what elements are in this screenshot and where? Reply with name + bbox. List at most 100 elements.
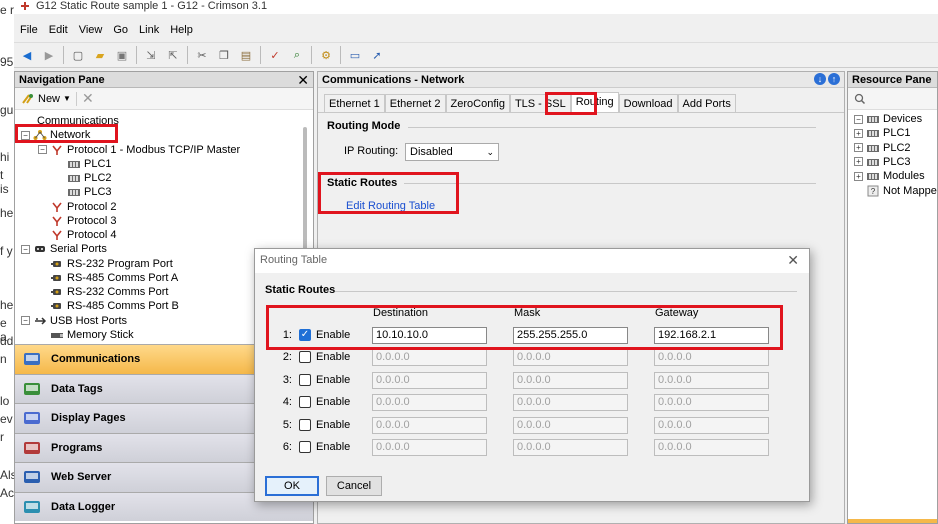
collapse-icon[interactable]: − xyxy=(21,130,30,140)
expand-icon[interactable]: + xyxy=(854,128,863,138)
save-icon[interactable]: ▣ xyxy=(113,46,131,64)
enable-label: Enable xyxy=(316,351,351,364)
tree-item-plc2[interactable]: PLC2 xyxy=(55,171,112,185)
copy-icon[interactable]: ❐ xyxy=(215,46,233,64)
nav-down-icon[interactable]: ↓ xyxy=(814,73,826,85)
tree-item-rs-485-comms-port-b[interactable]: RS-485 Comms Port B xyxy=(38,299,179,313)
enable-checkbox[interactable] xyxy=(299,373,311,386)
export-icon[interactable]: ⇱ xyxy=(164,46,182,64)
menu-link[interactable]: Link xyxy=(139,24,159,36)
enable-checkbox[interactable] xyxy=(299,351,311,364)
enable-checkbox[interactable] xyxy=(299,418,311,431)
collapse-icon[interactable]: − xyxy=(854,114,863,124)
resource-item-plc1[interactable]: + PLC1 xyxy=(854,126,911,140)
tree-item-rs-232-program-port[interactable]: RS-232 Program Port xyxy=(38,257,173,271)
collapse-icon[interactable]: − xyxy=(21,316,30,325)
tree-item-plc3[interactable]: PLC3 xyxy=(55,185,112,199)
tree-item-protocol-3[interactable]: Protocol 3 xyxy=(38,214,117,228)
tree-item-memory-stick[interactable]: Memory Stick xyxy=(38,328,134,342)
category-label: Web Server xyxy=(51,471,112,484)
enable-checkbox[interactable] xyxy=(299,441,311,453)
resource-pane-header: Resource Pane xyxy=(848,72,937,88)
import-icon[interactable]: ⇲ xyxy=(142,46,160,64)
tree-item-protocol-4[interactable]: Protocol 4 xyxy=(38,228,117,242)
device-icon xyxy=(866,113,880,125)
mask-field[interactable]: 0.0.0.0 xyxy=(513,416,628,434)
monitor-icon[interactable]: ▭ xyxy=(346,46,364,64)
tools-icon[interactable]: ⚙ xyxy=(317,46,335,64)
destination-field[interactable]: 0.0.0.0 xyxy=(372,371,487,389)
open-icon[interactable]: ▰ xyxy=(91,46,109,64)
gateway-field[interactable]: 0.0.0.0 xyxy=(654,349,769,367)
send-icon[interactable]: ➚ xyxy=(368,46,386,64)
menu-edit[interactable]: Edit xyxy=(49,24,68,36)
tree-item-serial-ports[interactable]: − Serial Ports xyxy=(21,242,107,256)
tab-tls-ssl[interactable]: TLS - SSL xyxy=(509,94,571,112)
resource-item-plc3[interactable]: + PLC3 xyxy=(854,155,911,169)
enable-checkbox[interactable]: ✓ xyxy=(299,329,311,341)
tree-scrollbar[interactable] xyxy=(303,127,307,267)
enable-checkbox[interactable] xyxy=(299,396,311,409)
tree-item-network[interactable]: − Network xyxy=(21,128,90,142)
tree-item-plc1[interactable]: PLC1 xyxy=(55,157,112,171)
edit-routing-table-link[interactable]: Edit Routing Table xyxy=(346,200,435,212)
resource-item-devices[interactable]: − Devices xyxy=(854,112,922,126)
collapse-icon[interactable]: − xyxy=(21,244,30,254)
gateway-field[interactable]: 0.0.0.0 xyxy=(654,394,769,412)
mask-field[interactable]: 0.0.0.0 xyxy=(513,439,628,456)
paste-icon[interactable]: ▤ xyxy=(237,46,255,64)
tab-ethernet-1[interactable]: Ethernet 1 xyxy=(324,94,385,112)
tree-item-rs-232-comms-port[interactable]: RS-232 Comms Port xyxy=(38,285,168,299)
tree-item-communications[interactable]: Communications xyxy=(21,114,119,128)
ip-routing-select[interactable]: Disabled ⌄ xyxy=(405,143,499,161)
tree-item-rs-485-comms-port-a[interactable]: RS-485 Comms Port A xyxy=(38,271,178,285)
new-icon[interactable]: ▢ xyxy=(69,46,87,64)
menu-help[interactable]: Help xyxy=(170,24,193,36)
tree-item-protocol-1-modbus-tcp-ip-master[interactable]: − Protocol 1 - Modbus TCP/IP Master xyxy=(38,143,240,157)
gateway-field[interactable]: 0.0.0.0 xyxy=(654,439,769,456)
gateway-field[interactable]: 0.0.0.0 xyxy=(654,371,769,389)
toolbar-separator xyxy=(311,46,312,64)
collapse-icon[interactable]: − xyxy=(38,145,47,154)
new-button[interactable]: New ▼ xyxy=(21,93,71,105)
resource-item-modules[interactable]: + Modules xyxy=(854,169,925,183)
cancel-button[interactable]: Cancel xyxy=(326,476,382,496)
tab-download[interactable]: Download xyxy=(618,94,678,112)
gateway-field[interactable]: 0.0.0.0 xyxy=(654,416,769,434)
spell-check-icon[interactable]: ✓ xyxy=(266,46,284,64)
destination-field[interactable]: 0.0.0.0 xyxy=(372,349,487,367)
resource-item-not-mappe[interactable]: ? Not Mappe xyxy=(854,184,937,198)
tab-add-ports[interactable]: Add Ports xyxy=(677,94,736,112)
nav-up-icon[interactable]: ↑ xyxy=(828,73,840,85)
tab-ethernet-2[interactable]: Ethernet 2 xyxy=(384,94,446,112)
mask-field[interactable]: 0.0.0.0 xyxy=(513,394,628,412)
delete-icon[interactable]: ✕ xyxy=(82,90,94,107)
menu-view[interactable]: View xyxy=(79,24,103,36)
cut-icon[interactable]: ✂ xyxy=(193,46,211,64)
mask-field[interactable]: 255.255.255.0 xyxy=(513,327,628,344)
tree-item-protocol-2[interactable]: Protocol 2 xyxy=(38,200,117,214)
destination-field[interactable]: 0.0.0.0 xyxy=(372,394,487,412)
resource-search[interactable] xyxy=(848,88,937,110)
close-pane-icon[interactable]: ✕ xyxy=(297,72,309,88)
tree-item-usb-host-ports[interactable]: − USB Host Ports xyxy=(21,314,127,328)
forward-icon[interactable]: ▶ xyxy=(40,46,58,64)
ok-button[interactable]: OK xyxy=(265,476,319,496)
expand-icon[interactable]: + xyxy=(854,171,863,181)
destination-field[interactable]: 10.10.10.0 xyxy=(372,327,487,344)
destination-field[interactable]: 0.0.0.0 xyxy=(372,439,487,456)
menu-go[interactable]: Go xyxy=(113,24,128,36)
mask-field[interactable]: 0.0.0.0 xyxy=(513,371,628,389)
expand-icon[interactable]: + xyxy=(854,157,863,167)
destination-field[interactable]: 0.0.0.0 xyxy=(372,416,487,434)
mask-field[interactable]: 0.0.0.0 xyxy=(513,349,628,367)
gateway-field[interactable]: 192.168.2.1 xyxy=(654,327,769,344)
resource-item-plc2[interactable]: + PLC2 xyxy=(854,141,911,155)
menu-file[interactable]: File xyxy=(20,24,38,36)
back-icon[interactable]: ◀ xyxy=(18,46,36,64)
tab-routing[interactable]: Routing xyxy=(570,92,619,112)
close-icon[interactable]: ✕ xyxy=(787,252,799,269)
find-icon[interactable]: ⌕ xyxy=(288,46,306,64)
expand-icon[interactable]: + xyxy=(854,143,863,153)
tab-zeroconfig[interactable]: ZeroConfig xyxy=(445,94,510,112)
